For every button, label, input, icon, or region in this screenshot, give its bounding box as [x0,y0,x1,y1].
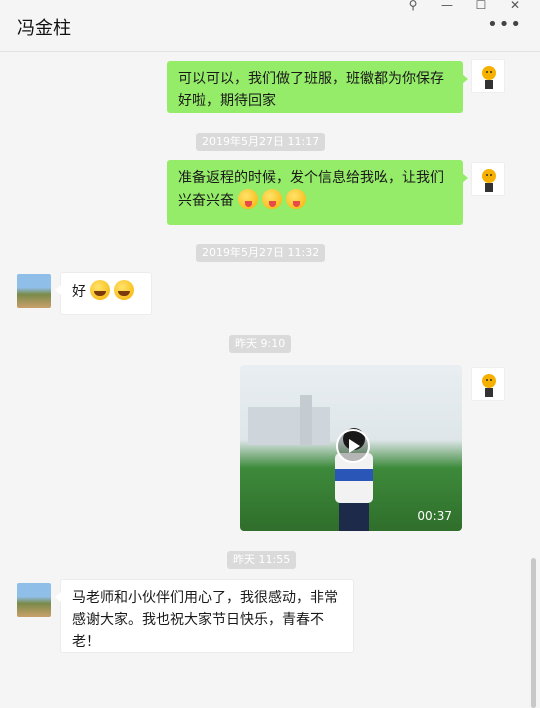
timestamp: 昨天 9:10 [229,335,292,353]
maximize-icon[interactable]: ☐ [464,0,498,14]
laugh-cry-emoji [90,280,110,300]
tongue-face-emoji [262,189,282,209]
pin-icon[interactable]: ⚲ [396,0,430,14]
building [248,407,330,445]
play-icon[interactable] [336,429,370,463]
message-bubble[interactable]: 可以可以，我们做了班服，班徽都为你保存好啦，期待回家 [167,61,468,113]
tongue-face-emoji [238,189,258,209]
chat-title-bar: 冯金柱 ⚲ — ☐ ✕ ••• [0,0,540,52]
window-controls: ⚲ — ☐ ✕ [396,0,532,14]
timestamp: 2019年5月27日 11:17 [196,133,326,151]
video-message[interactable]: 00:37 [240,365,462,531]
friend-avatar[interactable] [17,583,51,617]
my-avatar[interactable] [471,59,505,93]
chat-scrollbar[interactable] [531,558,536,708]
video-duration: 00:37 [417,509,452,523]
friend-avatar[interactable] [17,274,51,308]
laugh-cry-emoji [114,280,134,300]
avatar-icon [482,374,496,397]
chat-title: 冯金柱 [17,18,71,39]
timestamp: 昨天 11:55 [227,551,297,569]
timestamp: 2019年5月27日 11:32 [196,244,326,262]
chat-history[interactable]: 可以可以，我们做了班服，班徽都为你保存好啦，期待回家 2019年5月27日 11… [0,53,540,708]
my-avatar[interactable] [471,162,505,196]
my-avatar[interactable] [471,367,505,401]
avatar-icon [482,66,496,89]
message-bubble[interactable]: 准备返程的时候，发个信息给我吆，让我们兴奋兴奋 [167,160,468,225]
message-bubble[interactable]: 马老师和小伙伴们用心了，我很感动，非常感谢大家。我也祝大家节日快乐，青春不老！ [55,579,354,653]
tower [300,395,312,445]
message-bubble[interactable]: 好 [55,272,152,315]
close-icon[interactable]: ✕ [498,0,532,14]
message-text: 好 [72,284,86,300]
ellipsis-icon[interactable]: ••• [487,16,522,34]
message-text: 准备返程的时候，发个信息给我吆，让我们兴奋兴奋 [178,170,444,209]
avatar-icon [482,169,496,192]
tongue-face-emoji [286,189,306,209]
minimize-icon[interactable]: — [430,0,464,14]
